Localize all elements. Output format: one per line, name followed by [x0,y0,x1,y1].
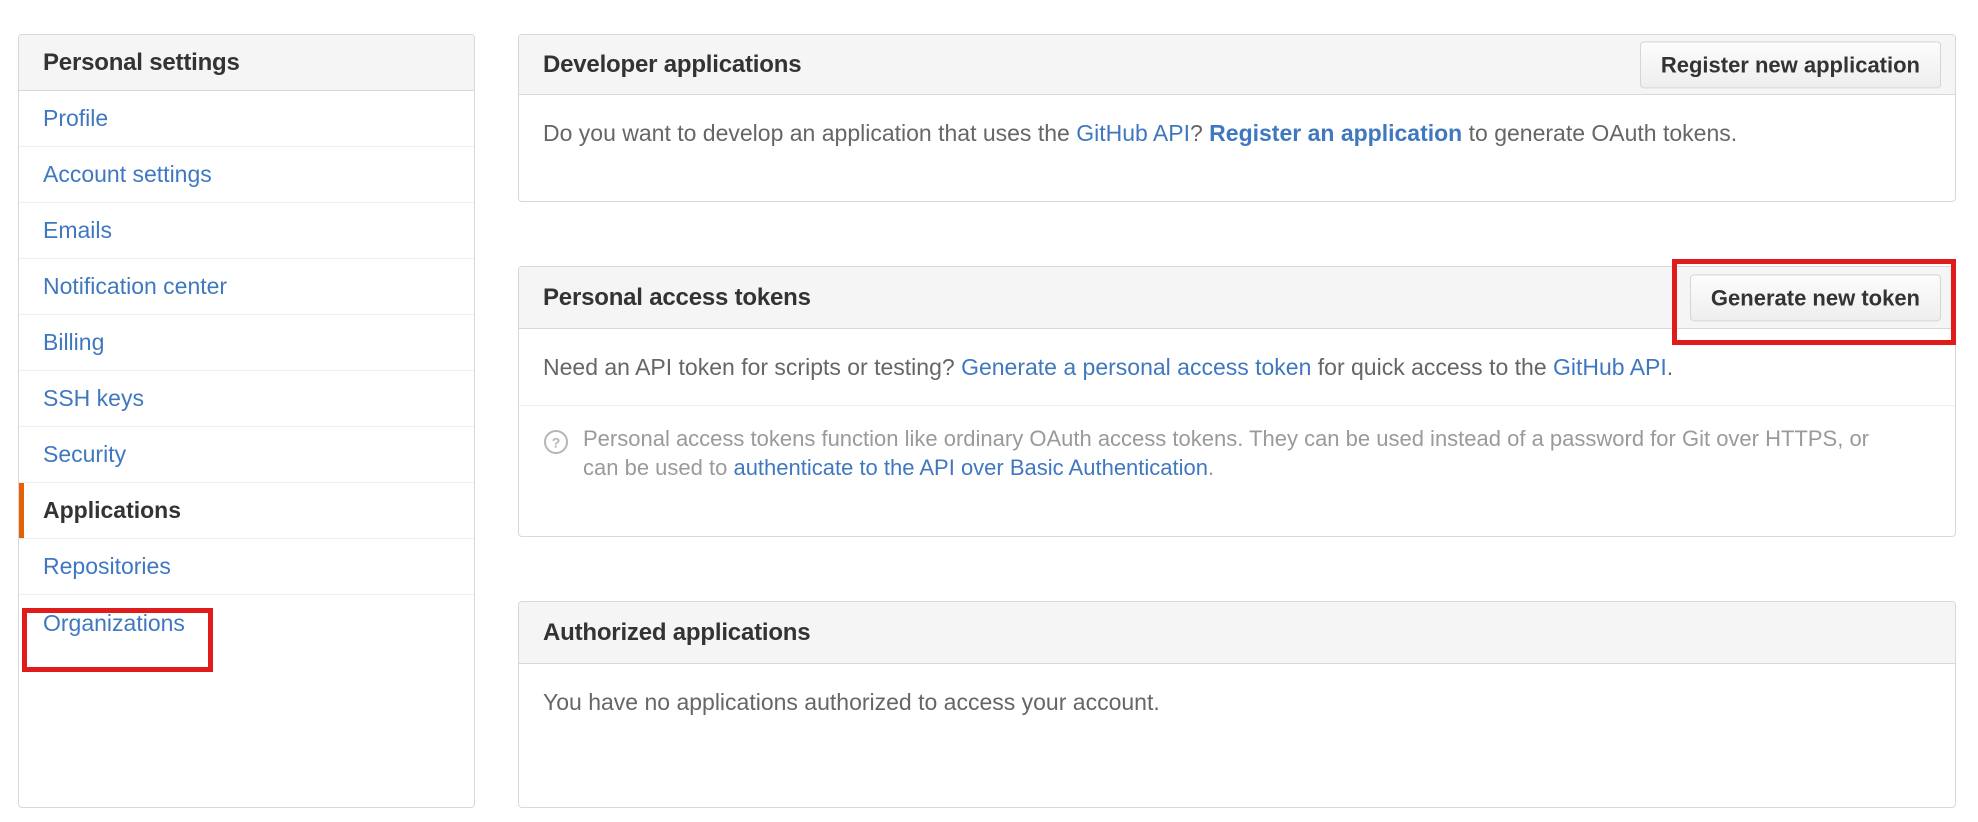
tokens-text-part1: Need an API token for scripts or testing… [543,354,962,380]
tokens-text-part2: for quick access to the [1311,354,1554,380]
sidebar-item-label: Profile [43,105,109,131]
authorized-applications-title: Authorized applications [543,618,811,646]
question-circle-icon: ? [543,429,569,455]
sidebar-item-account-settings[interactable]: Account settings [19,147,474,203]
developer-applications-card: Developer applications Register new appl… [518,34,1956,202]
sidebar-item-label: Billing [43,329,105,355]
personal-access-tokens-card: Personal access tokens Generate new toke… [518,266,1956,537]
sidebar-item-label: Notification center [43,273,228,299]
sidebar-item-label: Emails [43,217,113,243]
sidebar-item-organizations[interactable]: Organizations [19,595,474,651]
dev-apps-text-part3: to generate OAuth tokens. [1462,120,1738,146]
personal-access-tokens-note: ? Personal access tokens function like o… [519,406,1955,502]
sidebar-item-label: SSH keys [43,385,144,411]
personal-access-tokens-header: Personal access tokens Generate new toke… [519,267,1955,329]
sidebar-item-repositories[interactable]: Repositories [19,539,474,595]
github-api-link[interactable]: GitHub API [1553,354,1667,380]
sidebar-item-ssh-keys[interactable]: SSH keys [19,371,474,427]
sidebar-header: Personal settings [19,35,474,91]
github-api-link[interactable]: GitHub API [1076,120,1190,146]
note-text: Personal access tokens function like ord… [583,424,1903,482]
developer-applications-header: Developer applications Register new appl… [519,35,1955,95]
settings-page: Personal settings Profile Account settin… [0,0,1978,822]
sidebar-item-emails[interactable]: Emails [19,203,474,259]
developer-applications-body: Do you want to develop an application th… [519,95,1955,171]
developer-applications-title: Developer applications [543,50,802,78]
sidebar-item-billing[interactable]: Billing [19,315,474,371]
authenticate-basic-auth-link[interactable]: authenticate to the API over Basic Authe… [733,455,1208,480]
note-text-part2: . [1208,455,1215,481]
register-an-application-link[interactable]: Register an application [1209,120,1462,146]
dev-apps-text-part2: ? [1189,120,1210,146]
sidebar-item-label: Repositories [43,553,171,579]
register-new-application-button[interactable]: Register new application [1639,40,1941,89]
personal-access-tokens-title: Personal access tokens [543,283,811,311]
sidebar-item-label: Applications [43,497,182,523]
generate-personal-access-token-link[interactable]: Generate a personal access token [961,354,1311,380]
personal-settings-sidebar: Personal settings Profile Account settin… [18,34,475,808]
sidebar-title: Personal settings [43,48,240,76]
sidebar-item-label: Organizations [43,609,185,636]
authorized-applications-body: You have no applications authorized to a… [519,664,1955,740]
sidebar-item-profile[interactable]: Profile [19,91,474,147]
sidebar-item-security[interactable]: Security [19,427,474,483]
dev-apps-text-part1: Do you want to develop an application th… [543,120,1077,146]
sidebar-item-notification-center[interactable]: Notification center [19,259,474,315]
svg-text:?: ? [552,435,561,451]
generate-new-token-button[interactable]: Generate new token [1689,273,1941,322]
sidebar-item-label: Security [43,441,127,467]
authorized-applications-card: Authorized applications You have no appl… [518,601,1956,808]
tokens-text-part3: . [1666,354,1674,380]
sidebar-item-label: Account settings [43,161,212,187]
authorized-applications-header: Authorized applications [519,602,1955,664]
personal-access-tokens-body: Need an API token for scripts or testing… [519,329,1955,405]
authorized-applications-empty-message: You have no applications authorized to a… [543,689,1160,715]
sidebar-item-applications[interactable]: Applications [19,483,474,539]
